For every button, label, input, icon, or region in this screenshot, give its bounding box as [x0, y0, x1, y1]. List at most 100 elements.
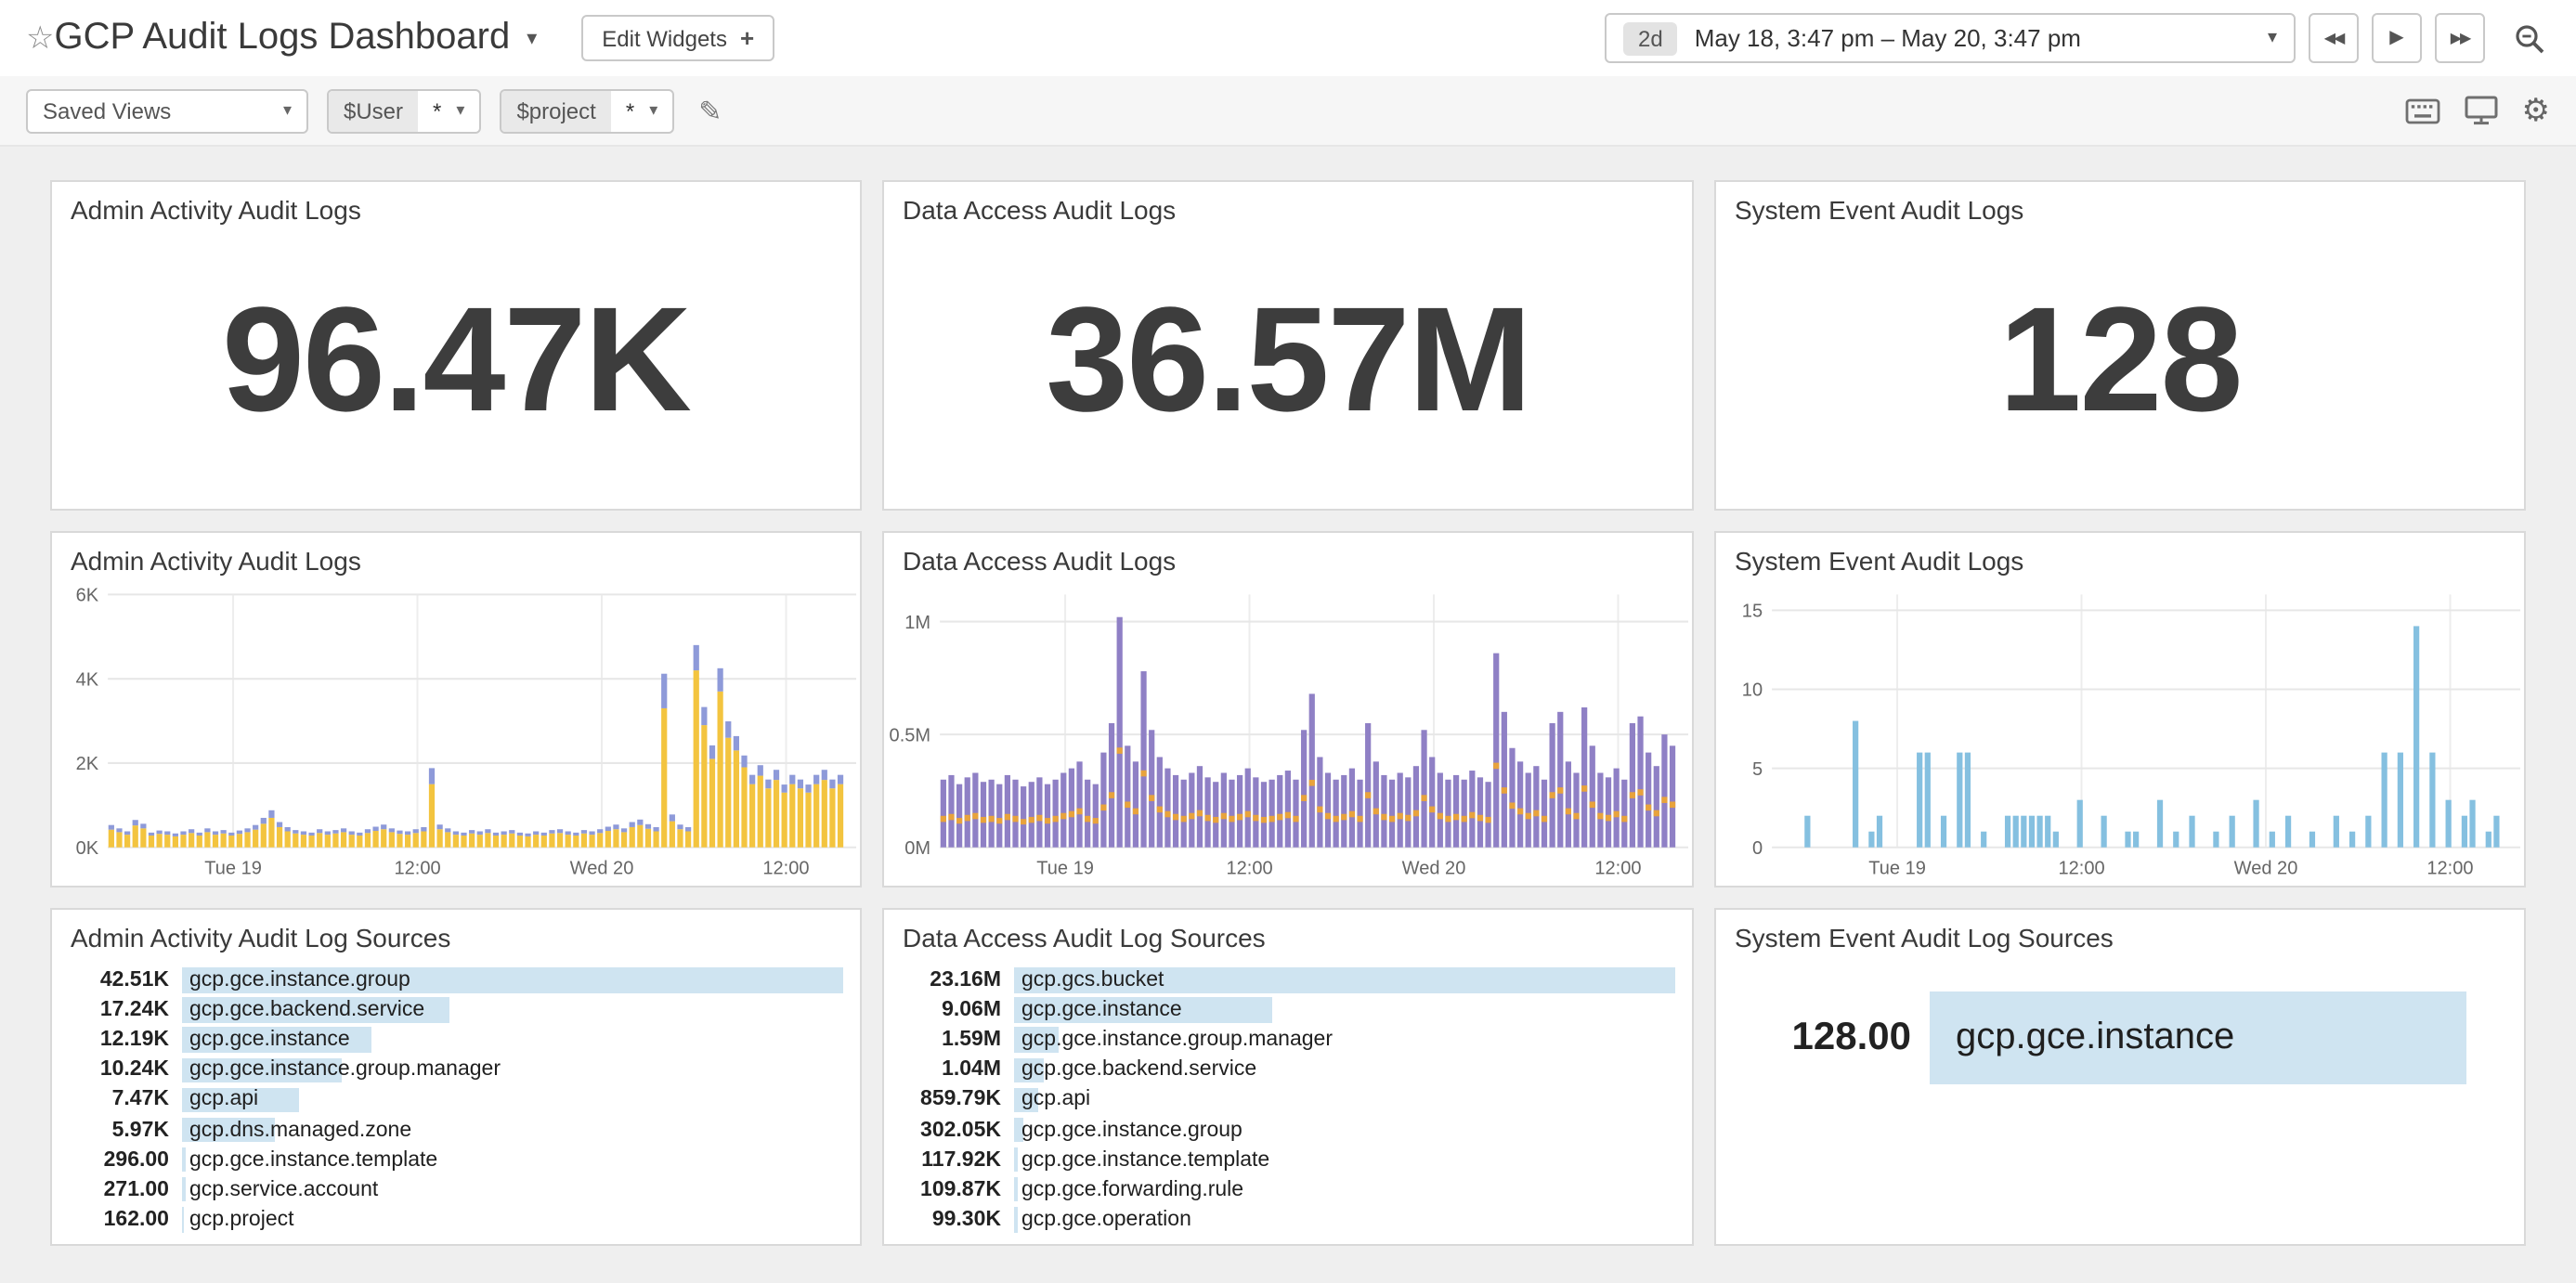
toplist: 128.00gcp.gce.instance	[1716, 960, 2524, 1244]
toplist-row[interactable]: 7.47Kgcp.api	[69, 1085, 843, 1115]
toplist-track: gcp.gce.operation	[1014, 1207, 1675, 1232]
plus-icon: +	[740, 24, 754, 52]
saved-views-select[interactable]: Saved Views ▾	[26, 88, 308, 133]
widget-grid: Admin Activity Audit Logs 96.47K Data Ac…	[0, 147, 2576, 1246]
toplist-label: gcp.project	[189, 1209, 294, 1231]
toplist-row[interactable]: 271.00 gcp.service.account	[69, 1174, 843, 1204]
toplist-bar	[1014, 1147, 1018, 1173]
toplist-row[interactable]: 859.79K gcp.api	[901, 1085, 1675, 1115]
svg-text:Wed 20: Wed 20	[570, 858, 634, 878]
svg-text:Tue 19: Tue 19	[204, 858, 262, 878]
variable-value: *	[626, 97, 634, 123]
template-variable-project[interactable]: $project * ▾	[500, 88, 674, 133]
toplist-track: gcp.gce.instance	[1014, 998, 1675, 1023]
toplist-label: gcp.gce.instance.template	[1021, 1148, 1269, 1171]
toplist-row[interactable]: 23.16Mgcp.gcs.bucket	[901, 965, 1675, 995]
toplist-row[interactable]: 302.05Kgcp.gce.instance.group	[901, 1115, 1675, 1145]
toplist-value: 1.04M	[901, 1059, 1001, 1082]
system-event-bar-chart[interactable]: Tue 1912:00Wed 2012:00051015	[1716, 583, 2524, 886]
edit-widgets-button[interactable]: Edit Widgets +	[581, 15, 774, 61]
toplist-value: 271.00	[69, 1178, 169, 1200]
toplist-value: 296.00	[69, 1148, 169, 1171]
time-back-button[interactable]: ◀◀	[2309, 13, 2359, 63]
time-range-picker[interactable]: 2d May 18, 3:47 pm – May 20, 3:47 pm ▾	[1605, 13, 2296, 63]
query-value-widget-admin: Admin Activity Audit Logs 96.47K	[50, 180, 862, 511]
variable-name: $User	[329, 90, 418, 131]
header: ☆ GCP Audit Logs Dashboard ▾ Edit Widget…	[0, 0, 2576, 76]
svg-text:Tue 19: Tue 19	[1868, 858, 1926, 878]
zoom-out-button[interactable]	[2504, 13, 2554, 63]
toplist-track: gcp.gce.instance.group.manager	[182, 1057, 843, 1082]
time-forward-button[interactable]: ▶▶	[2435, 13, 2485, 63]
toplist-row[interactable]: 17.24Kgcp.gce.backend.service	[69, 995, 843, 1025]
toplist-label: gcp.gce.instance.template	[189, 1148, 437, 1171]
tv-mode-icon[interactable]	[2465, 95, 2498, 126]
template-variable-user[interactable]: $User * ▾	[327, 88, 481, 133]
toplist-track: gcp.gce.backend.service	[182, 998, 843, 1023]
toplist-label: gcp.service.account	[189, 1178, 378, 1200]
toplist: 23.16Mgcp.gcs.bucket9.06Mgcp.gce.instanc…	[884, 960, 1692, 1246]
title-chevron-down-icon[interactable]: ▾	[527, 26, 537, 50]
toplist-widget-admin-sources: Admin Activity Audit Log Sources 42.51Kg…	[50, 908, 862, 1246]
admin-activity-bar-chart[interactable]: Tue 1912:00Wed 2012:000K2K4K6K	[52, 583, 860, 886]
toplist-row[interactable]: 5.97K gcp.dns.managed.zone	[69, 1115, 843, 1145]
svg-text:12:00: 12:00	[762, 858, 809, 878]
saved-views-label: Saved Views	[43, 97, 171, 123]
toplist-row[interactable]: 9.06Mgcp.gce.instance	[901, 995, 1675, 1025]
settings-gear-icon[interactable]: ⚙	[2522, 95, 2551, 126]
svg-text:12:00: 12:00	[1594, 858, 1641, 878]
toplist-row[interactable]: 1.04Mgcp.gce.backend.service	[901, 1056, 1675, 1085]
toplist-value: 162.00	[69, 1209, 169, 1231]
widget-title: System Event Audit Logs	[1716, 533, 2524, 583]
toplist-track: gcp.gce.instance.template	[1014, 1147, 1675, 1173]
toplist-value: 128.00	[1733, 1016, 1911, 1060]
toplist-value: 117.92K	[901, 1148, 1001, 1171]
toplist-bar	[182, 1177, 187, 1202]
header-right-controls: 2d May 18, 3:47 pm – May 20, 3:47 pm ▾ ◀…	[1605, 13, 2554, 63]
toplist-track: gcp.project	[182, 1207, 843, 1232]
toplist-value: 10.24K	[69, 1059, 169, 1082]
toplist-row[interactable]: 1.59Mgcp.gce.instance.group.manager	[901, 1025, 1675, 1055]
data-access-bar-chart[interactable]: Tue 1912:00Wed 2012:000M0.5M1M	[884, 583, 1692, 886]
query-value-widget-system-event: System Event Audit Logs 128	[1714, 180, 2526, 511]
keyboard-shortcuts-icon[interactable]	[2405, 97, 2440, 123]
edit-variables-pencil-icon[interactable]: ✎	[698, 94, 722, 127]
svg-text:Wed 20: Wed 20	[2234, 858, 2298, 878]
toplist-row[interactable]: 10.24K gcp.gce.instance.group.manager	[69, 1056, 843, 1085]
toplist-track: gcp.dns.managed.zone	[182, 1118, 843, 1143]
svg-text:2K: 2K	[76, 754, 99, 774]
dashboard-title: GCP Audit Logs Dashboard	[55, 17, 511, 59]
timeseries-widget-system-event: System Event Audit Logs Tue 19 12:00 Wed 2…	[1714, 531, 2526, 888]
widget-title: Admin Activity Audit Logs	[52, 182, 860, 232]
toplist-row[interactable]: 162.00 gcp.project	[69, 1205, 843, 1235]
time-play-button[interactable]: ▶	[2372, 13, 2422, 63]
toplist-track: gcp.gce.forwarding.rule	[1014, 1177, 1675, 1202]
toplist-row[interactable]: 117.92K gcp.gce.instance.template	[901, 1145, 1675, 1174]
toplist-track: gcp.api	[182, 1087, 843, 1112]
query-value-widget-data-access: Data Access Audit Logs 36.57M	[882, 180, 1694, 511]
variable-caret-icon: ▾	[649, 100, 657, 121]
toolbar-right-icons: ⚙	[2405, 95, 2551, 126]
toplist-track: gcp.api	[1014, 1087, 1675, 1112]
saved-views-caret-icon: ▾	[283, 100, 292, 121]
toplist-label: gcp.api	[189, 1089, 258, 1111]
favorite-star-icon[interactable]: ☆	[26, 22, 55, 54]
toplist-value: 99.30K	[901, 1209, 1001, 1231]
svg-text:12:00: 12:00	[2426, 858, 2473, 878]
toplist-label: gcp.gce.instance.group	[1021, 1119, 1242, 1141]
timeseries-widget-admin: Admin Activity Audit Logs Tue 1912:00Wed…	[50, 531, 862, 888]
svg-text:10: 10	[1742, 680, 1763, 700]
widget-title: System Event Audit Logs	[1716, 182, 2524, 232]
widget-title: Data Access Audit Log Sources	[884, 910, 1692, 960]
toplist-row[interactable]: 42.51Kgcp.gce.instance.group	[69, 965, 843, 995]
toplist-row[interactable]: 99.30K gcp.gce.operation	[901, 1205, 1675, 1235]
svg-text:12:00: 12:00	[1226, 858, 1272, 878]
toplist-row[interactable]: 128.00gcp.gce.instance	[1733, 990, 2507, 1086]
toplist-value: 5.97K	[69, 1119, 169, 1141]
toplist-track: gcp.gce.instance.group	[182, 968, 843, 993]
toplist-value: 859.79K	[901, 1089, 1001, 1111]
toplist-row[interactable]: 296.00 gcp.gce.instance.template	[69, 1145, 843, 1174]
toplist-row[interactable]: 109.87Kgcp.gce.forwarding.rule	[901, 1174, 1675, 1204]
toplist-row[interactable]: 12.19Kgcp.gce.instance	[69, 1025, 843, 1055]
toplist-track: gcp.gce.instance.template	[182, 1147, 843, 1173]
